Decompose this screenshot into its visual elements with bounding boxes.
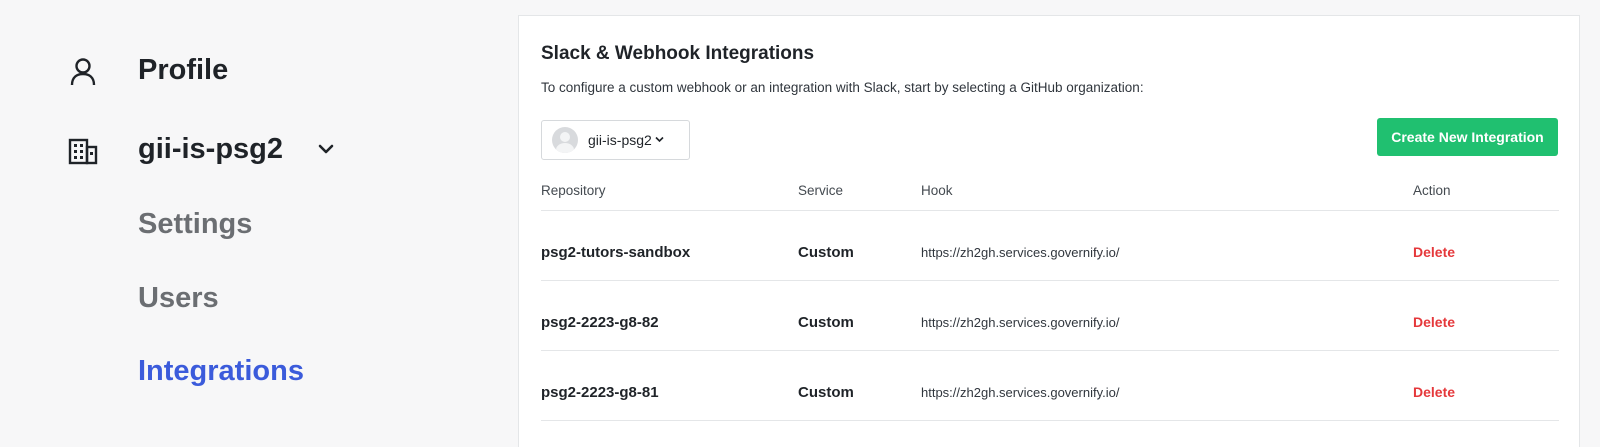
repository-cell: psg2-tutors-sandbox	[541, 244, 691, 261]
sidebar-item-label: Integrations	[138, 355, 304, 387]
delete-button[interactable]: Delete	[1413, 384, 1455, 400]
table-row: psg2-2223-g8-82 Custom https://zh2gh.ser…	[541, 281, 1559, 351]
column-header-repository: Repository	[541, 183, 606, 198]
sidebar-item-settings[interactable]: Settings	[0, 205, 500, 247]
hook-cell: https://zh2gh.services.governify.io/	[921, 315, 1120, 330]
service-cell: Custom	[798, 384, 854, 401]
integrations-panel: Slack & Webhook Integrations To configur…	[518, 15, 1580, 447]
table-row: psg2-2223-g8-81 Custom https://zh2gh.ser…	[541, 351, 1559, 421]
user-icon	[68, 57, 98, 87]
sidebar-item-label: Settings	[138, 208, 253, 240]
sidebar-item-integrations[interactable]: Integrations	[0, 352, 500, 394]
sidebar-item-org[interactable]: gii-is-psg2	[0, 130, 500, 172]
integrations-table: Repository Service Hook Action psg2-tuto…	[541, 176, 1559, 421]
hook-cell: https://zh2gh.services.governify.io/	[921, 385, 1120, 400]
column-header-action: Action	[1413, 183, 1451, 198]
org-select[interactable]: gii-is-psg2	[541, 120, 690, 160]
table-row: psg2-tutors-sandbox Custom https://zh2gh…	[541, 211, 1559, 281]
service-cell: Custom	[798, 244, 854, 261]
sidebar: Profile gii-is-psg2 Settings Users Integ…	[0, 0, 510, 447]
sidebar-item-profile[interactable]: Profile	[0, 52, 500, 92]
create-integration-button[interactable]: Create New Integration	[1377, 118, 1558, 156]
delete-button[interactable]: Delete	[1413, 244, 1455, 260]
building-icon	[68, 136, 98, 166]
sidebar-item-label: Users	[138, 282, 219, 314]
chevron-down-icon[interactable]	[318, 142, 334, 160]
column-header-hook: Hook	[921, 183, 953, 198]
sidebar-item-users[interactable]: Users	[0, 279, 500, 321]
hook-cell: https://zh2gh.services.governify.io/	[921, 245, 1120, 260]
page-description: To configure a custom webhook or an inte…	[541, 80, 1144, 95]
service-cell: Custom	[798, 314, 854, 331]
column-header-service: Service	[798, 183, 844, 198]
sidebar-item-label: Profile	[138, 54, 229, 86]
org-avatar-icon	[552, 127, 578, 153]
delete-button[interactable]: Delete	[1413, 314, 1455, 330]
chevron-down-icon	[655, 134, 664, 146]
table-header: Repository Service Hook Action	[541, 176, 1559, 211]
page-title: Slack & Webhook Integrations	[541, 43, 815, 64]
repository-cell: psg2-2223-g8-81	[541, 384, 659, 401]
repository-cell: psg2-2223-g8-82	[541, 314, 659, 331]
org-select-value: gii-is-psg2	[588, 132, 652, 148]
org-name: gii-is-psg2	[138, 133, 284, 165]
